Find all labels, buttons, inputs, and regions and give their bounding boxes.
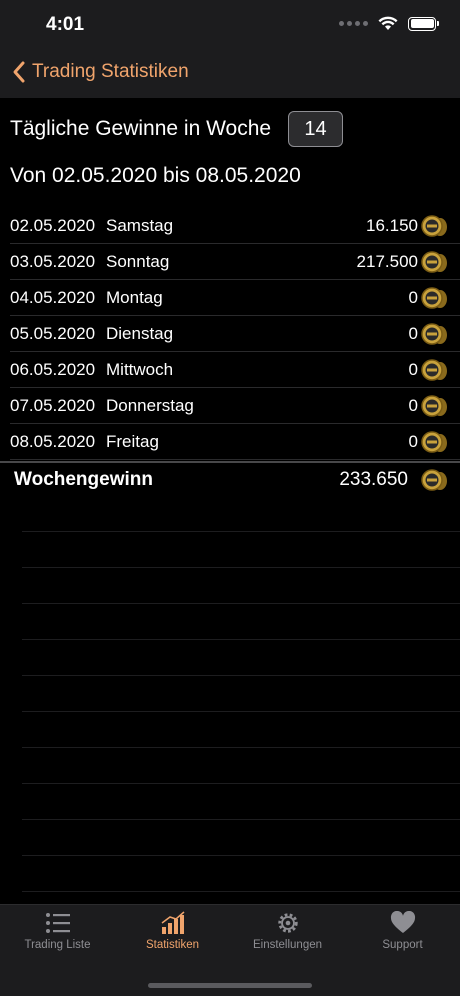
heart-icon — [390, 911, 415, 933]
day-date: 06.05.2020 — [10, 359, 96, 379]
day-profit: 0 — [408, 323, 418, 343]
gear-icon — [277, 913, 298, 933]
day-profit: 217.500 — [356, 251, 418, 271]
chevron-left-icon — [13, 61, 25, 83]
back-label: Trading Statistiken — [32, 61, 189, 82]
day-date: 05.05.2020 — [10, 323, 96, 343]
day-row: 07.05.2020 Donnerstag 0 — [10, 388, 460, 424]
coin-icon — [421, 358, 447, 381]
status-icons — [339, 16, 439, 31]
statistics-content: Tägliche Gewinne in Woche 14 Von 02.05.2… — [0, 98, 460, 904]
coin-icon — [421, 430, 447, 453]
day-name: Freitag — [106, 431, 159, 451]
tab-statistics[interactable]: Statistiken — [115, 911, 230, 961]
day-date: 02.05.2020 — [10, 215, 96, 235]
tab-label: Einstellungen — [252, 939, 323, 951]
day-profit: 0 — [408, 395, 418, 415]
empty-table-rows — [22, 496, 460, 892]
coin-icon — [421, 250, 447, 273]
day-row: 02.05.2020 Samstag 16.150 — [10, 208, 460, 244]
day-row: 03.05.2020 Sonntag 217.500 — [10, 244, 460, 280]
day-profit: 0 — [408, 431, 418, 451]
coin-icon — [421, 322, 447, 345]
coin-icon — [421, 394, 447, 417]
week-number-field[interactable]: 14 — [288, 111, 343, 147]
weekly-total-value: 233.650 — [339, 469, 408, 490]
tab-settings[interactable]: Einstellungen — [230, 911, 345, 961]
tab-label: Support — [382, 939, 423, 951]
coin-icon — [421, 214, 447, 237]
weekly-total-row: Wochengewinn 233.650 — [0, 461, 460, 497]
day-date: 08.05.2020 — [10, 431, 96, 451]
date-range: Von 02.05.2020 bis 08.05.2020 — [10, 164, 301, 187]
day-name: Montag — [106, 287, 163, 307]
day-row: 04.05.2020 Montag 0 — [10, 280, 460, 316]
day-date: 03.05.2020 — [10, 251, 96, 271]
day-date: 07.05.2020 — [10, 395, 96, 415]
tab-label: Statistiken — [145, 939, 200, 951]
day-profit: 0 — [408, 359, 418, 379]
day-name: Samstag — [106, 215, 174, 235]
day-name: Dienstag — [106, 323, 174, 343]
day-row: 06.05.2020 Mittwoch 0 — [10, 352, 460, 388]
coin-icon — [421, 469, 447, 491]
list-icon — [45, 913, 70, 933]
day-row: 05.05.2020 Dienstag 0 — [10, 316, 460, 352]
home-indicator[interactable] — [148, 983, 312, 988]
battery-icon — [408, 16, 439, 31]
back-button[interactable]: Trading Statistiken — [12, 60, 189, 84]
tab-trading-list[interactable]: Trading Liste — [0, 911, 115, 961]
day-date: 04.05.2020 — [10, 287, 96, 307]
coin-icon — [421, 286, 447, 309]
wifi-icon — [378, 16, 398, 30]
weekly-total-label: Wochengewinn — [14, 469, 153, 490]
tab-bar: Trading Liste Statistiken Einstellungen … — [0, 904, 460, 996]
status-bar: 4:01 — [0, 0, 460, 50]
tab-support[interactable]: Support — [345, 911, 460, 961]
chart-icon — [161, 911, 184, 934]
day-profit: 0 — [408, 287, 418, 307]
day-name: Sonntag — [106, 251, 170, 271]
day-profit: 16.150 — [366, 215, 418, 235]
week-title: Tägliche Gewinne in Woche — [10, 117, 272, 140]
signal-icon — [339, 21, 368, 26]
day-list: 02.05.2020 Samstag 16.150 03.05.2020 Son… — [0, 208, 460, 460]
navigation-bar: Trading Statistiken — [0, 50, 460, 98]
day-row: 08.05.2020 Freitag 0 — [10, 424, 460, 460]
status-time: 4:01 — [46, 14, 85, 35]
day-name: Mittwoch — [106, 359, 174, 379]
tab-label: Trading Liste — [24, 939, 91, 951]
week-header: Tägliche Gewinne in Woche 14 — [10, 110, 450, 148]
day-name: Donnerstag — [106, 395, 194, 415]
